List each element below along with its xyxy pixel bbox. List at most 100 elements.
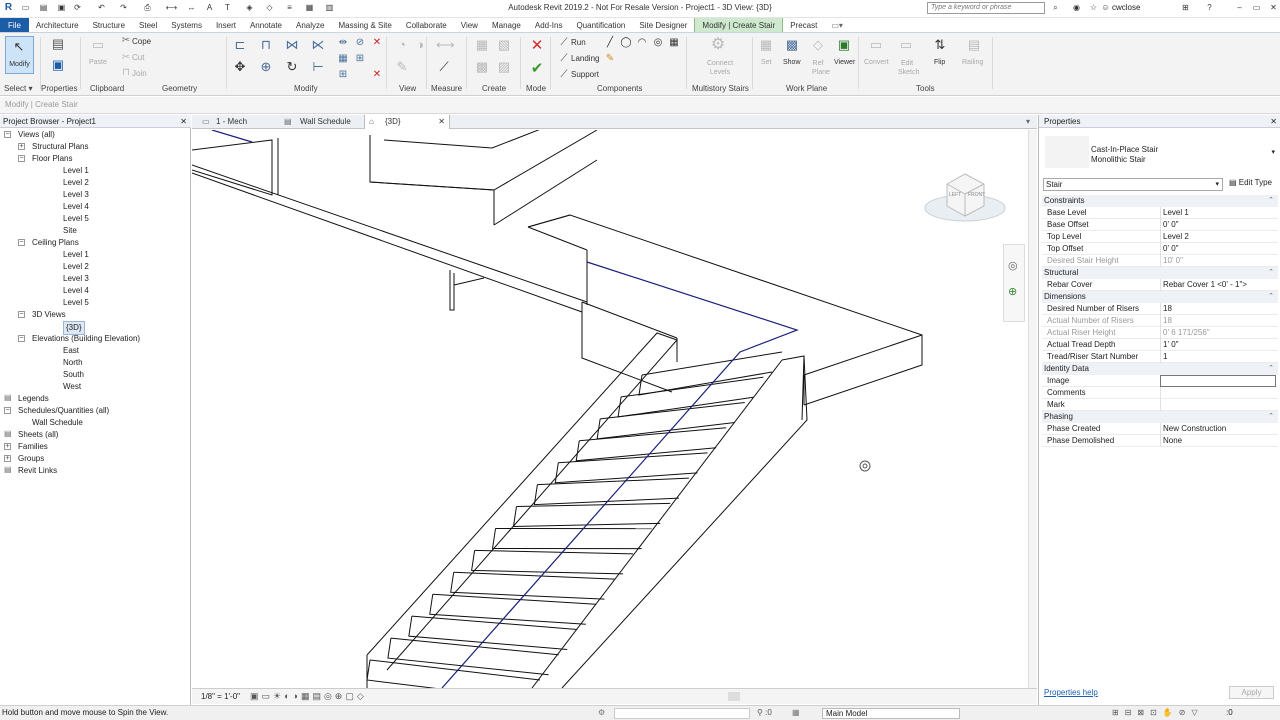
set-icon[interactable]: ▦: [758, 37, 774, 53]
tag-icon[interactable]: A: [204, 2, 215, 13]
type-dropdown-icon[interactable]: ▾: [1271, 148, 1275, 156]
property-group-header[interactable]: Constraints ⌃: [1042, 195, 1278, 207]
tree-toggle-icon[interactable]: −: [18, 311, 25, 318]
browser-item[interactable]: Level 3: [63, 273, 89, 285]
save-icon[interactable]: ▣: [56, 2, 67, 13]
tab-analyze[interactable]: Analyze: [289, 18, 331, 32]
close-properties-icon[interactable]: ✕: [1270, 115, 1277, 128]
switch-windows-icon[interactable]: ▥: [324, 2, 335, 13]
run-icon[interactable]: ⟋: [556, 35, 572, 51]
property-value[interactable]: [1160, 375, 1276, 387]
view-tab-3d[interactable]: ⌂ {3D} ✕: [364, 115, 450, 129]
help-icon[interactable]: ?: [1204, 2, 1215, 13]
property-group-header[interactable]: Dimensions ⌃: [1042, 291, 1278, 303]
view-scale[interactable]: 1/8" = 1'-0": [201, 692, 240, 701]
sync-icon[interactable]: ⟳: [72, 2, 83, 13]
properties-help-link[interactable]: Properties help: [1044, 688, 1098, 697]
cut-label[interactable]: Cut: [132, 53, 144, 62]
browser-item[interactable]: Revit Links: [18, 465, 57, 477]
mirror-axis-icon[interactable]: ⋈: [284, 37, 300, 53]
tab-quantification[interactable]: Quantification: [569, 18, 632, 32]
create-group-icon[interactable]: ▦: [474, 37, 490, 53]
open-icon[interactable]: ▭: [20, 2, 31, 13]
support-label[interactable]: Support: [571, 70, 599, 79]
browser-item[interactable]: Level 4: [63, 285, 89, 297]
finish-edit-icon[interactable]: ✔: [529, 61, 545, 77]
browser-item[interactable]: Wall Schedule: [32, 417, 83, 429]
tree-toggle-icon[interactable]: +: [4, 443, 11, 450]
close-hidden-icon[interactable]: ▦: [304, 2, 315, 13]
3d-view-canvas[interactable]: LEFT FRONT ◎ ⊕: [192, 130, 1028, 688]
search-input[interactable]: Type a keyword or phrase: [927, 2, 1045, 14]
aligned-dimension-icon[interactable]: ⟋: [436, 59, 452, 75]
property-value[interactable]: 18: [1160, 303, 1276, 315]
design-option-select[interactable]: Main Model: [822, 708, 960, 719]
tab-structure[interactable]: Structure: [86, 18, 132, 32]
browser-item[interactable]: Schedules/Quantities (all): [18, 405, 109, 417]
tab-architecture[interactable]: Architecture: [29, 18, 86, 32]
view-hide-icon[interactable]: ◔: [394, 37, 410, 53]
property-group-header[interactable]: Identity Data ⌃: [1042, 363, 1278, 375]
revit-logo-icon[interactable]: R: [3, 2, 14, 13]
browser-item[interactable]: Sheets (all): [18, 429, 58, 441]
browser-item[interactable]: South: [63, 369, 84, 381]
paste-icon[interactable]: ▭: [90, 37, 106, 53]
show-icon[interactable]: ▩: [784, 37, 800, 53]
property-group-header[interactable]: Structural ⌃: [1042, 267, 1278, 279]
browser-item[interactable]: Floor Plans: [32, 153, 72, 165]
property-value[interactable]: [1160, 399, 1276, 411]
linework-icon[interactable]: ✎: [394, 59, 410, 75]
text-icon[interactable]: T: [222, 2, 233, 13]
tree-toggle-icon[interactable]: ▤: [4, 430, 12, 438]
viewcube[interactable]: LEFT FRONT: [922, 166, 1008, 226]
move-icon[interactable]: ✥: [232, 59, 248, 75]
collapse-icon[interactable]: ⌃: [1268, 291, 1274, 303]
tab-steel[interactable]: Steel: [132, 18, 164, 32]
minimize-icon[interactable]: –: [1234, 2, 1245, 13]
tab-annotate[interactable]: Annotate: [243, 18, 289, 32]
tree-toggle-icon[interactable]: ▤: [4, 466, 12, 474]
tree-toggle-icon[interactable]: −: [18, 155, 25, 162]
section-icon[interactable]: ◇: [264, 2, 275, 13]
trim-icon[interactable]: ⊢: [310, 59, 326, 75]
create-similar-icon[interactable]: ▨: [496, 59, 512, 75]
tree-toggle-icon[interactable]: +: [4, 455, 11, 462]
browser-item[interactable]: Site: [63, 225, 77, 237]
type-selector[interactable]: Cast-In-Place Stair Monolithic Stair ▾: [1043, 133, 1277, 173]
collapse-icon[interactable]: ⌃: [1268, 411, 1274, 423]
maximize-icon[interactable]: ▭: [1251, 2, 1262, 13]
browser-item[interactable]: Ceiling Plans: [32, 237, 79, 249]
thin-lines-icon[interactable]: ≡: [284, 2, 295, 13]
binoculars-icon[interactable]: ⌕: [1050, 2, 1061, 13]
tab-site-designer[interactable]: Site Designer: [632, 18, 694, 32]
measure-icon[interactable]: ⟷: [166, 2, 177, 13]
vertical-scrollbar[interactable]: [1028, 130, 1037, 688]
tab-collaborate[interactable]: Collaborate: [399, 18, 454, 32]
delete-icon[interactable]: ✕: [369, 35, 385, 51]
selection-filter-icons[interactable]: ⊞⊟⊠⊡✋⊘▽: [1112, 708, 1204, 717]
view-tab-mech[interactable]: ▭ 1 - Mech: [196, 115, 280, 129]
browser-item[interactable]: Elevations (Building Elevation): [32, 333, 140, 345]
landing-label[interactable]: Landing: [571, 54, 599, 63]
tab-view[interactable]: View: [454, 18, 485, 32]
tab-add-ins[interactable]: Add-Ins: [528, 18, 570, 32]
tab-massing-site[interactable]: Massing & Site: [331, 18, 398, 32]
line-icon[interactable]: ╱: [602, 35, 618, 51]
browser-item[interactable]: Groups: [18, 453, 44, 465]
viewcube-left-face[interactable]: LEFT: [949, 192, 961, 198]
tab-precast[interactable]: Precast: [783, 18, 824, 32]
browser-item[interactable]: West: [63, 381, 81, 393]
tree-toggle-icon[interactable]: −: [4, 407, 11, 414]
open-folder-icon[interactable]: ▤: [38, 2, 49, 13]
property-value[interactable]: 1' 0": [1160, 339, 1276, 351]
viewcube-front-face[interactable]: FRONT: [968, 192, 985, 198]
tree-toggle-icon[interactable]: −: [18, 335, 25, 342]
browser-item[interactable]: North: [63, 357, 83, 369]
property-value[interactable]: New Construction: [1160, 423, 1276, 435]
mirror-draw-icon[interactable]: ⋉: [310, 37, 326, 53]
browser-item[interactable]: Level 3: [63, 189, 89, 201]
tab-modify-create-stair[interactable]: Modify | Create Stair: [694, 18, 784, 32]
property-value[interactable]: [1160, 387, 1276, 399]
support-icon[interactable]: ⟋: [556, 67, 572, 83]
cart-icon[interactable]: ⊞: [1180, 2, 1191, 13]
